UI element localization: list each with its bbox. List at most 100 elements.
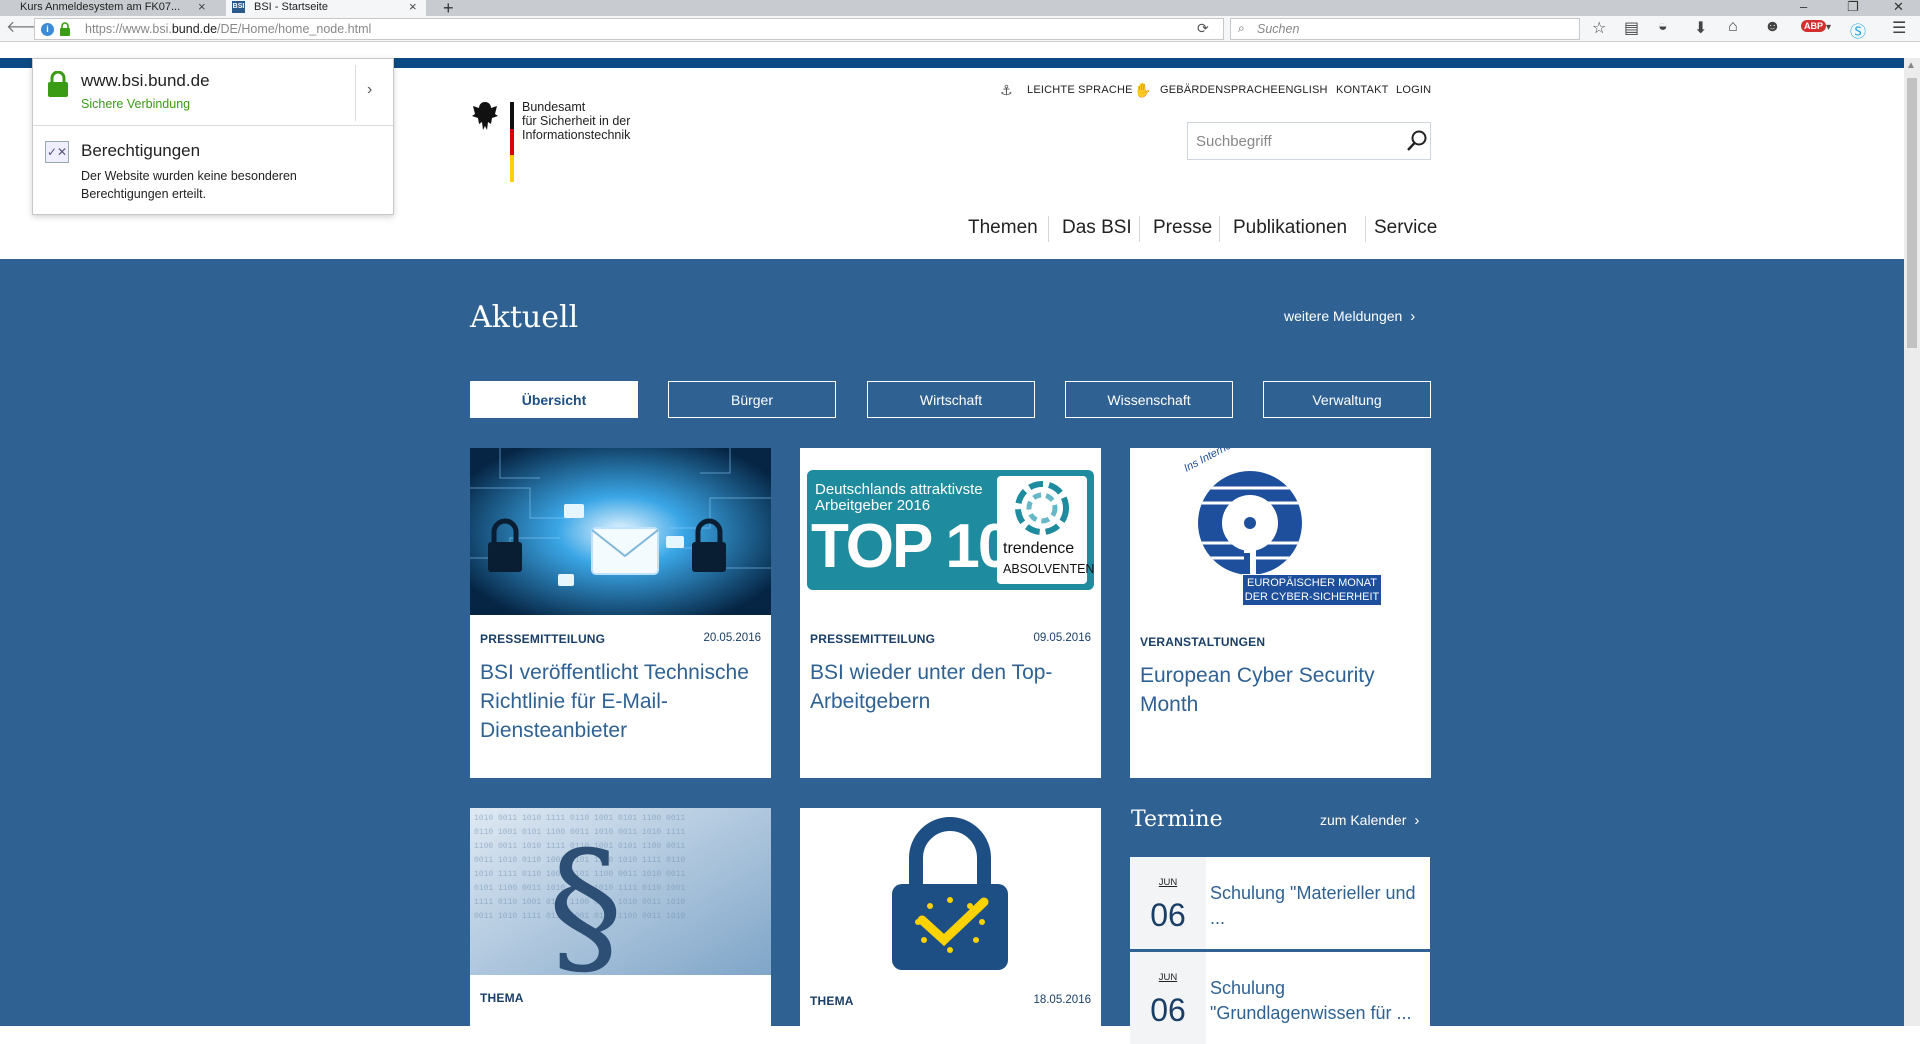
- badge-text: Deutschlands attraktivste Arbeitgeber 20…: [815, 482, 983, 514]
- more-news-link[interactable]: weitere Meldungen ›: [1284, 308, 1415, 325]
- news-card[interactable]: PRESSEMITTEILUNG 20.05.2016 BSI veröffen…: [470, 448, 771, 778]
- easy-language-icon: ⚓: [1000, 82, 1013, 98]
- logo-line: Bundesamt: [522, 100, 586, 114]
- logo-line: Informationstechnik: [522, 128, 631, 142]
- top100-badge: Deutschlands attraktivste Arbeitgeber 20…: [807, 470, 1094, 590]
- event-day: 06: [1150, 992, 1186, 1028]
- event-date: JUN 06: [1130, 952, 1206, 1044]
- filter-wirtschaft[interactable]: Wirtschaft: [867, 381, 1035, 418]
- ecsm-label-line: EUROPÄISCHER MONAT: [1247, 577, 1377, 589]
- chevron-right-icon[interactable]: ›: [367, 81, 372, 99]
- divider: [355, 65, 356, 121]
- event-month: JUN: [1158, 877, 1178, 888]
- card-category: THEMA: [810, 994, 854, 1008]
- badge-line: Deutschlands attraktivste: [815, 481, 983, 498]
- calendar-link-label: zum Kalender: [1320, 812, 1407, 828]
- federal-eagle-icon: [472, 102, 498, 130]
- badge-brand: trendence: [1003, 540, 1075, 557]
- event-item[interactable]: JUN 06 Schulung "Grundlagenwissen für ..…: [1130, 952, 1430, 1044]
- filter-wissenschaft[interactable]: Wissenschaft: [1065, 381, 1233, 418]
- ecsm-label-line: DER CYBER-SICHERHEIT: [1244, 591, 1380, 603]
- tab-kurs-anmeldesystem[interactable]: Kurs Anmeldesystem am FK07... ×: [0, 0, 225, 16]
- permissions-text: Der Website wurden keine besonderen Bere…: [81, 169, 297, 201]
- divider: [1048, 216, 1049, 242]
- nav-publikationen[interactable]: Publikationen: [1233, 217, 1347, 239]
- skype-icon[interactable]: Ⓢ: [1850, 18, 1866, 42]
- badge-sub: ABSOLVENTEN: [1003, 562, 1095, 576]
- ecsm-label: EUROPÄISCHER MONAT DER CYBER-SICHERHEIT: [1242, 574, 1382, 606]
- chevron-right-icon: ›: [1414, 812, 1420, 829]
- back-arrow-icon[interactable]: 🡐: [6, 20, 49, 38]
- filter-buerger[interactable]: Bürger: [668, 381, 836, 418]
- event-title[interactable]: Schulung "Materieller und ...: [1210, 881, 1425, 931]
- nav-das-bsi[interactable]: Das BSI: [1062, 217, 1132, 239]
- download-icon[interactable]: ⬇: [1694, 18, 1707, 38]
- filter-verwaltung[interactable]: Verwaltung: [1263, 381, 1431, 418]
- reload-icon[interactable]: ⟳: [1197, 20, 1209, 37]
- site-search-input[interactable]: Suchbegriff: [1187, 122, 1431, 160]
- restore-icon[interactable]: ❐: [1847, 0, 1859, 15]
- url-path: /DE/Home/home_node.html: [217, 22, 372, 36]
- card-title[interactable]: European Cyber Security Month: [1140, 661, 1425, 719]
- news-card[interactable]: Ins Internet – mit Sicherheit! EUROPÄISC…: [1130, 448, 1431, 778]
- tab-label: Kurs Anmeldesystem am FK07...: [20, 1, 181, 13]
- minimize-icon[interactable]: –: [1800, 0, 1807, 14]
- adblock-icon[interactable]: ABP: [1801, 20, 1827, 32]
- event-item[interactable]: JUN 06 Schulung "Materieller und ...: [1130, 857, 1430, 949]
- bookmarks-list-icon[interactable]: ▤: [1624, 18, 1639, 38]
- bookmark-star-icon[interactable]: ☆: [1592, 18, 1606, 38]
- card-date: 18.05.2016: [1033, 994, 1091, 1006]
- service-link-english[interactable]: ENGLISH: [1278, 84, 1328, 96]
- event-title[interactable]: Schulung "Grundlagenwissen für ...: [1210, 976, 1425, 1026]
- url-text[interactable]: https://www.bsi.bund.de/DE/Home/home_nod…: [85, 22, 371, 36]
- scroll-up-icon[interactable]: ▲: [1906, 60, 1916, 71]
- nav-service[interactable]: Service: [1374, 217, 1437, 239]
- info-icon[interactable]: i: [41, 23, 54, 36]
- chat-icon[interactable]: ☻: [1764, 18, 1781, 36]
- nav-themen[interactable]: Themen: [968, 217, 1038, 239]
- permissions-icon: ✓✕: [45, 141, 69, 163]
- close-window-icon[interactable]: ✕: [1893, 0, 1904, 15]
- navigation-toolbar: 🡐 i https://www.bsi.bund.de/DE/Home/home…: [0, 16, 1920, 42]
- search-icon[interactable]: [1406, 129, 1428, 153]
- scrollbar-thumb[interactable]: [1907, 78, 1917, 348]
- divider: [33, 125, 393, 126]
- tab-bsi-startseite[interactable]: BSI BSI - Startseite ×: [226, 0, 426, 16]
- section-title-termine: Termine: [1131, 807, 1223, 832]
- card-category: THEMA: [480, 991, 524, 1005]
- chevron-down-icon[interactable]: ▾: [1826, 22, 1831, 33]
- event-date: JUN 06: [1130, 857, 1206, 949]
- nav-presse[interactable]: Presse: [1153, 217, 1212, 239]
- service-link-login[interactable]: LOGIN: [1396, 84, 1431, 96]
- calendar-link[interactable]: zum Kalender ›: [1320, 812, 1419, 829]
- card-title[interactable]: BSI veröffentlicht Technische Richtlinie…: [480, 658, 765, 745]
- pocket-icon[interactable]: ◒: [1658, 18, 1668, 36]
- news-card[interactable]: 1010 0011 1010 1111 0110 1001 0101 1100 …: [470, 808, 771, 1026]
- tab-label: BSI - Startseite: [254, 1, 328, 13]
- search-icon: ⌕: [1238, 21, 1245, 35]
- bsi-logo[interactable]: Bundesamt für Sicherheit in der Informat…: [470, 100, 650, 182]
- menu-icon[interactable]: ☰: [1892, 18, 1906, 38]
- bsi-favicon-icon: BSI: [232, 1, 245, 13]
- ecsm-logo-image: Ins Internet – mit Sicherheit! EUROPÄISC…: [1130, 448, 1431, 618]
- trendence-ring-icon: [1015, 481, 1069, 535]
- popup-secure-status: Sichere Verbindung: [81, 97, 191, 111]
- email-security-image: [470, 448, 771, 615]
- service-link-leichte-sprache[interactable]: LEICHTE SPRACHE: [1027, 84, 1133, 96]
- browser-search-input[interactable]: ⌕ Suchen: [1230, 18, 1580, 40]
- eu-lock-image: [800, 808, 1101, 975]
- service-link-kontakt[interactable]: KONTAKT: [1336, 84, 1389, 96]
- news-card[interactable]: Deutschlands attraktivste Arbeitgeber 20…: [800, 448, 1101, 778]
- lock-icon[interactable]: [59, 22, 71, 36]
- sign-language-hand-icon: ✋: [1134, 82, 1152, 98]
- search-placeholder: Suchbegriff: [1196, 133, 1272, 150]
- filter-uebersicht[interactable]: Übersicht: [470, 381, 638, 418]
- service-link-gebaerdensprache[interactable]: GEBÄRDENSPRACHE: [1160, 84, 1278, 96]
- card-title[interactable]: BSI wieder unter den Top-Arbeitgebern: [810, 658, 1095, 716]
- close-icon[interactable]: ×: [198, 0, 206, 14]
- url-bar[interactable]: i https://www.bsi.bund.de/DE/Home/home_n…: [34, 18, 1224, 40]
- news-card[interactable]: THEMA 18.05.2016: [800, 808, 1101, 1026]
- card-category: VERANSTALTUNGEN: [1140, 635, 1266, 649]
- close-icon[interactable]: ×: [409, 0, 417, 14]
- home-icon[interactable]: ⌂: [1728, 18, 1738, 36]
